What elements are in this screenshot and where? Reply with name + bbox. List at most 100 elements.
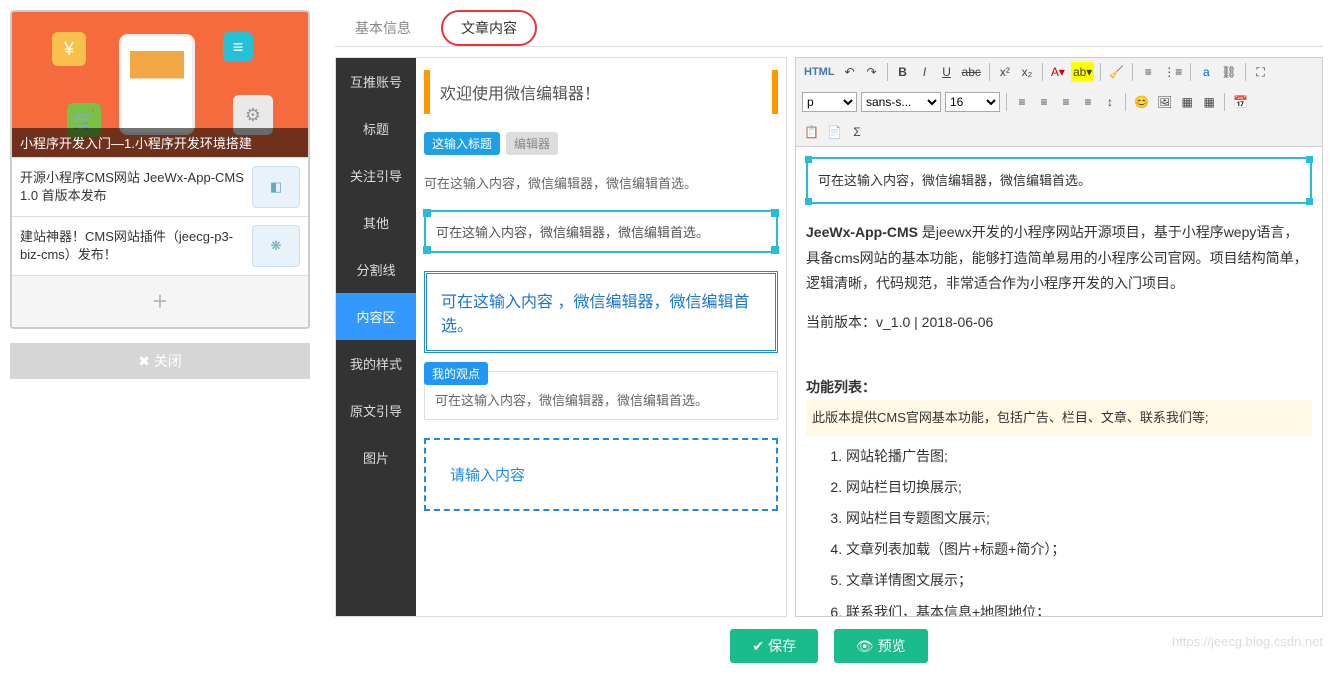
cat-content[interactable]: 内容区: [336, 293, 416, 340]
tpl-corner-box[interactable]: 可在这输入内容，微信编辑器，微信编辑首选。: [424, 210, 778, 253]
top-tag: 我的观点: [424, 362, 488, 385]
cat-mystyle[interactable]: 我的样式: [336, 340, 416, 387]
font-family-select[interactable]: sans-s...: [861, 92, 941, 112]
preview-button[interactable]: 👁预览: [834, 629, 928, 663]
tpl-double-border[interactable]: 可在这输入内容 ，微信编辑器，微信编辑首选。: [424, 271, 778, 353]
content-box[interactable]: 可在这输入内容，微信编辑器，微信编辑首选。: [806, 157, 1312, 204]
cat-title[interactable]: 标题: [336, 105, 416, 152]
superscript-button[interactable]: x²: [996, 62, 1014, 82]
align-left-button[interactable]: ≡: [1013, 92, 1031, 112]
tag-editor: 编辑器: [506, 132, 558, 155]
formula-button[interactable]: Σ: [848, 122, 866, 142]
template-list: 欢迎使用微信编辑器！ 这输入标题 编辑器 可在这输入内容，微信编辑器，微信编辑首…: [416, 58, 786, 616]
hero-image[interactable]: ¥ ≡ 🛒 ⚙ 小程序开发入门—1.小程序开发环境搭建: [12, 12, 308, 157]
article-card: ¥ ≡ 🛒 ⚙ 小程序开发入门—1.小程序开发环境搭建 开源小程序CMS网站 J…: [10, 10, 310, 329]
tpl-tags[interactable]: 这输入标题 编辑器: [424, 132, 778, 155]
cat-other[interactable]: 其他: [336, 199, 416, 246]
strike-button[interactable]: abc: [960, 62, 983, 82]
list-item-title: 开源小程序CMS网站 JeeWx-App-CMS 1.0 首版本发布: [20, 169, 244, 205]
align-center-button[interactable]: ≡: [1035, 92, 1053, 112]
feature-item: 网站栏目专题图文展示;: [846, 506, 1312, 531]
font-color-button[interactable]: A▾: [1049, 62, 1067, 82]
article-version: 当前版本：v_1.0 | 2018-06-06: [806, 310, 1312, 335]
content-box-text: 可在这输入内容，微信编辑器，微信编辑首选。: [818, 173, 1091, 188]
unlink-button[interactable]: ⛓: [1219, 62, 1238, 82]
cat-hutui[interactable]: 互推账号: [336, 58, 416, 105]
clear-format-button[interactable]: 🧹: [1107, 62, 1126, 82]
cat-follow[interactable]: 关注引导: [336, 152, 416, 199]
ol-button[interactable]: ≡: [1139, 62, 1157, 82]
feature-item: 文章详情图文展示；: [846, 568, 1312, 593]
link-a-button[interactable]: a: [1197, 62, 1215, 82]
font-size-select[interactable]: 16: [945, 92, 1000, 112]
undo-button[interactable]: ↶: [841, 62, 859, 82]
emoji-button[interactable]: 😊: [1132, 92, 1151, 112]
add-article-button[interactable]: +: [12, 275, 308, 327]
close-icon: ✖: [138, 353, 150, 369]
bg-color-button[interactable]: ab▾: [1071, 62, 1094, 82]
tpl-plain-text[interactable]: 可在这输入内容，微信编辑器，微信编辑首选。: [424, 173, 778, 192]
bold-button[interactable]: B: [894, 62, 912, 82]
cat-divider[interactable]: 分割线: [336, 246, 416, 293]
tpl-tag-top-box[interactable]: 我的观点 可在这输入内容，微信编辑器，微信编辑首选。: [424, 371, 778, 420]
article-paragraph: JeeWx-App-CMS 是jeewx开发的小程序网站开源项目，基于小程序we…: [806, 220, 1312, 296]
underline-button[interactable]: U: [938, 62, 956, 82]
source-button[interactable]: HTML: [802, 62, 837, 82]
features-title: 功能列表：: [806, 375, 1312, 400]
feature-item: 网站轮播广告图;: [846, 444, 1312, 469]
right-panel: 基本信息 文章内容 互推账号 标题 关注引导 其他 分割线 内容区 我的样式 原…: [335, 10, 1323, 663]
paste-button[interactable]: 📄: [825, 122, 844, 142]
list-item-title: 建站神器！CMS网站插件（jeecg-p3-biz-cms）发布！: [20, 228, 244, 264]
feature-item: 联系我们，基本信息+地图地位；: [846, 600, 1312, 616]
paragraph-select[interactable]: p: [802, 92, 857, 112]
tpl-box-text: 可在这输入内容，微信编辑器，微信编辑首选。: [436, 225, 709, 240]
date-button[interactable]: 📅: [1231, 92, 1250, 112]
close-button[interactable]: ✖ 关闭: [10, 343, 310, 379]
tpl-welcome[interactable]: 欢迎使用微信编辑器！: [424, 70, 778, 114]
phone-graphic: [122, 37, 192, 132]
eye-icon: 👁: [856, 638, 874, 655]
watermark: https://jeecg.blog.csdn.net: [1172, 634, 1323, 649]
align-right-button[interactable]: ≡: [1057, 92, 1075, 112]
money-icon: ¥: [52, 32, 86, 66]
redo-button[interactable]: ↷: [863, 62, 881, 82]
tab-article-content[interactable]: 文章内容: [441, 10, 537, 46]
check-icon: ✔: [752, 638, 764, 655]
close-label: 关闭: [154, 353, 182, 369]
table-button[interactable]: ▦: [1200, 92, 1218, 112]
feature-list: 网站轮播广告图; 网站栏目切换展示; 网站栏目专题图文展示; 文章列表加载（图片…: [806, 444, 1312, 616]
ul-button[interactable]: ⋮≡: [1161, 62, 1184, 82]
preview-label: 预览: [878, 636, 906, 656]
tag-title: 这输入标题: [424, 132, 500, 155]
list-item[interactable]: 建站神器！CMS网站插件（jeecg-p3-biz-cms）发布！ ❋: [12, 216, 308, 275]
cat-source[interactable]: 原文引导: [336, 387, 416, 434]
line-height-button[interactable]: ↕: [1101, 92, 1119, 112]
feature-item: 网站栏目切换展示;: [846, 475, 1312, 500]
thumb-icon: ◧: [252, 166, 300, 208]
list-item[interactable]: 开源小程序CMS网站 JeeWx-App-CMS 1.0 首版本发布 ◧: [12, 157, 308, 216]
tab-bar: 基本信息 文章内容: [335, 10, 1323, 47]
align-justify-button[interactable]: ≡: [1079, 92, 1097, 112]
subscript-button[interactable]: x₂: [1018, 62, 1036, 82]
tpl-tag-top-text: 可在这输入内容，微信编辑器，微信编辑首选。: [435, 393, 708, 408]
save-label: 保存: [768, 636, 796, 656]
cat-image[interactable]: 图片: [336, 434, 416, 481]
editor-toolbar: HTML ↶ ↷ B I U abc x² x₂ A▾ ab▾ 🧹: [796, 58, 1322, 147]
tpl-dashed-box[interactable]: 请输入内容: [424, 438, 778, 511]
save-button[interactable]: ✔保存: [730, 629, 818, 663]
image-button[interactable]: 🖼: [1155, 92, 1174, 112]
editor-content[interactable]: 可在这输入内容，微信编辑器，微信编辑首选。 JeeWx-App-CMS 是jee…: [796, 147, 1322, 616]
feature-item: 文章列表加载（图片+标题+简介）；: [846, 537, 1312, 562]
copy-button[interactable]: 📋: [802, 122, 821, 142]
italic-button[interactable]: I: [916, 62, 934, 82]
chart-icon: ≡: [223, 32, 253, 62]
rich-text-editor: HTML ↶ ↷ B I U abc x² x₂ A▾ ab▾ 🧹: [795, 57, 1323, 617]
yellow-notice: 此版本提供CMS官网基本功能，包括广告、栏目、文章、联系我们等;: [806, 400, 1312, 435]
hero-caption: 小程序开发入门—1.小程序开发环境搭建: [12, 128, 308, 157]
style-picker: 互推账号 标题 关注引导 其他 分割线 内容区 我的样式 原文引导 图片 欢迎使…: [335, 57, 787, 617]
video-button[interactable]: ▦: [1178, 92, 1196, 112]
category-nav: 互推账号 标题 关注引导 其他 分割线 内容区 我的样式 原文引导 图片: [336, 58, 416, 616]
tab-basic-info[interactable]: 基本信息: [335, 10, 431, 46]
fullscreen-button[interactable]: ⛶: [1252, 62, 1270, 82]
left-preview-panel: ¥ ≡ 🛒 ⚙ 小程序开发入门—1.小程序开发环境搭建 开源小程序CMS网站 J…: [10, 10, 310, 663]
